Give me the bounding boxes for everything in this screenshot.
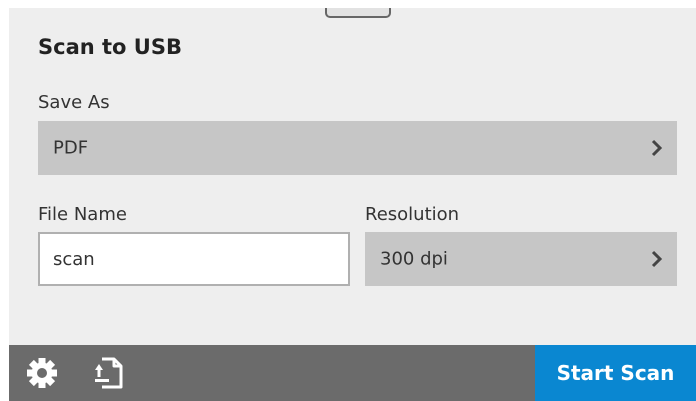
- save-as-value: PDF: [53, 137, 89, 159]
- bottom-action-bar: Start Scan: [9, 345, 696, 401]
- send-document-icon: [95, 357, 123, 389]
- gear-icon: [27, 358, 57, 388]
- send-document-button[interactable]: [91, 355, 127, 391]
- pull-down-handle[interactable]: [325, 8, 391, 18]
- save-as-label: Save As: [38, 92, 110, 113]
- file-name-label: File Name: [38, 204, 127, 225]
- save-as-select[interactable]: PDF: [38, 121, 677, 175]
- resolution-value: 300 dpi: [380, 248, 448, 270]
- file-name-input[interactable]: [38, 232, 350, 286]
- start-scan-button[interactable]: Start Scan: [535, 345, 696, 401]
- settings-button[interactable]: [24, 355, 60, 391]
- resolution-select[interactable]: 300 dpi: [365, 232, 677, 286]
- scan-to-usb-screen: Scan to USB Save As PDF File Name Resolu…: [9, 8, 696, 401]
- chevron-right-icon: [651, 250, 663, 268]
- page-title: Scan to USB: [38, 35, 182, 59]
- resolution-label: Resolution: [365, 204, 460, 225]
- chevron-right-icon: [651, 139, 663, 157]
